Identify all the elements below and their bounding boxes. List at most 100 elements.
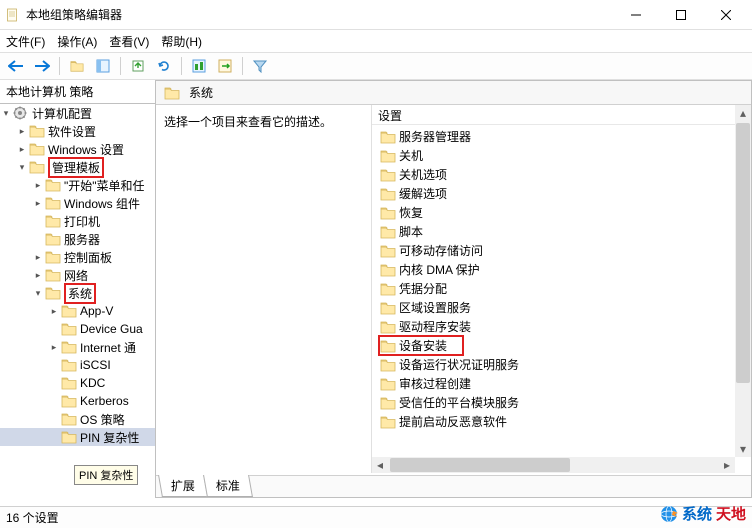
tree-system[interactable]: ▾系统 (0, 284, 155, 302)
tree-internet[interactable]: ▸Internet 通 (0, 338, 155, 356)
collapse-icon[interactable]: ▾ (0, 107, 12, 119)
expand-icon[interactable]: ▸ (32, 269, 44, 281)
list-item[interactable]: 凭据分配 (372, 279, 751, 298)
list-item[interactable]: 驱动程序安装 (372, 317, 751, 336)
collapse-icon[interactable]: ▾ (32, 287, 44, 299)
tree-header[interactable]: 本地计算机 策略 (0, 80, 155, 104)
maximize-button[interactable] (658, 0, 703, 30)
folder-icon (45, 196, 61, 210)
folder-icon (380, 263, 396, 277)
status-bar: 16 个设置 (0, 506, 752, 528)
folder-icon (380, 320, 396, 334)
folder-icon (61, 376, 77, 390)
tree-os-policy[interactable]: OS 策略 (0, 410, 155, 428)
list-item[interactable]: 受信任的平台模块服务 (372, 393, 751, 412)
list-item[interactable]: 审核过程创建 (372, 374, 751, 393)
list-item[interactable]: 脚本 (372, 222, 751, 241)
folder-icon (45, 268, 61, 282)
menu-view[interactable]: 查看(V) (109, 33, 149, 50)
tree-windows-settings[interactable]: ▸Windows 设置 (0, 140, 155, 158)
tree-pane: 本地计算机 策略 ▾计算机配置 ▸软件设置 ▸Windows 设置 ▾管理模板 … (0, 80, 156, 498)
nav-forward-button[interactable] (30, 55, 54, 77)
list-item[interactable]: 关机选项 (372, 165, 751, 184)
description-text: 选择一个项目来查看它的描述。 (164, 115, 332, 129)
scroll-thumb[interactable] (390, 458, 570, 472)
watermark-text-2: 天地 (716, 503, 746, 524)
refresh-button[interactable] (152, 55, 176, 77)
expand-icon[interactable]: ▸ (16, 143, 28, 155)
tree-server[interactable]: 服务器 (0, 230, 155, 248)
tree-kerberos[interactable]: Kerberos (0, 392, 155, 410)
list-item[interactable]: 关机 (372, 146, 751, 165)
list-item[interactable]: 可移动存储访问 (372, 241, 751, 260)
scroll-down-icon[interactable]: ▾ (735, 441, 751, 457)
folder-icon (380, 415, 396, 429)
window-title: 本地组策略编辑器 (26, 6, 613, 23)
list-item[interactable]: 内核 DMA 保护 (372, 260, 751, 279)
properties-button[interactable] (187, 55, 211, 77)
tree-windows-components[interactable]: ▸Windows 组件 (0, 194, 155, 212)
tree-control-panel[interactable]: ▸控制面板 (0, 248, 155, 266)
close-button[interactable] (703, 0, 748, 30)
tree-kdc[interactable]: KDC (0, 374, 155, 392)
folder-icon (380, 282, 396, 296)
scroll-left-icon[interactable]: ◂ (372, 457, 388, 473)
menu-file[interactable]: 文件(F) (6, 33, 45, 50)
collapse-icon[interactable]: ▾ (16, 161, 28, 173)
folder-icon (61, 304, 77, 318)
tree-appv[interactable]: ▸App-V (0, 302, 155, 320)
tree-device-guard[interactable]: Device Gua (0, 320, 155, 338)
list-item[interactable]: 恢复 (372, 203, 751, 222)
menu-action[interactable]: 操作(A) (57, 33, 97, 50)
expand-icon[interactable]: ▸ (32, 251, 44, 263)
export-button[interactable] (126, 55, 150, 77)
list-item[interactable]: 设备运行状况证明服务 (372, 355, 751, 374)
horizontal-scrollbar[interactable]: ◂▸ (372, 457, 735, 473)
scroll-thumb[interactable] (736, 123, 750, 383)
tree-printer[interactable]: 打印机 (0, 212, 155, 230)
tree-pin-complexity[interactable]: PIN 复杂性 (0, 428, 155, 446)
folder-icon (380, 358, 396, 372)
tab-extended[interactable]: 扩展 (158, 475, 208, 497)
scroll-right-icon[interactable]: ▸ (719, 457, 735, 473)
content-title: 系统 (189, 84, 213, 101)
expand-icon[interactable]: ▸ (48, 341, 60, 353)
expand-icon[interactable]: ▸ (48, 305, 60, 317)
folder-icon (45, 250, 61, 264)
content-pane: 系统 选择一个项目来查看它的描述。 设置 服务器管理器 关机 关机选项 缓解选项… (156, 80, 752, 498)
folder-icon (380, 187, 396, 201)
folder-icon (45, 286, 61, 300)
scroll-up-icon[interactable]: ▴ (735, 105, 751, 121)
tree-network[interactable]: ▸网络 (0, 266, 155, 284)
folder-icon (380, 396, 396, 410)
content-header: 系统 (156, 81, 751, 105)
tab-standard[interactable]: 标准 (203, 475, 253, 497)
list-item[interactable]: 服务器管理器 (372, 127, 751, 146)
expand-icon[interactable]: ▸ (32, 179, 44, 191)
tree-iscsi[interactable]: iSCSI (0, 356, 155, 374)
list-item[interactable]: 区域设置服务 (372, 298, 751, 317)
tree-start-menu[interactable]: ▸"开始"菜单和任 (0, 176, 155, 194)
status-text: 16 个设置 (6, 509, 59, 526)
show-hide-tree-button[interactable] (91, 55, 115, 77)
menu-help[interactable]: 帮助(H) (161, 33, 202, 50)
list-item[interactable]: 提前启动反恶意软件 (372, 412, 751, 431)
tree-admin-templates[interactable]: ▾管理模板 (0, 158, 155, 176)
minimize-button[interactable] (613, 0, 658, 30)
filter-button[interactable] (248, 55, 272, 77)
list-item[interactable]: 缓解选项 (372, 184, 751, 203)
nav-back-button[interactable] (4, 55, 28, 77)
tree-computer-config[interactable]: ▾计算机配置 (0, 104, 155, 122)
column-settings[interactable]: 设置 (372, 105, 751, 125)
up-level-button[interactable] (65, 55, 89, 77)
help-button[interactable] (213, 55, 237, 77)
expand-icon[interactable]: ▸ (16, 125, 28, 137)
folder-icon (61, 394, 77, 408)
vertical-scrollbar[interactable]: ▴▾ (735, 105, 751, 457)
tree-software-settings[interactable]: ▸软件设置 (0, 122, 155, 140)
expand-icon[interactable]: ▸ (32, 197, 44, 209)
folder-icon (164, 86, 180, 100)
folder-icon (29, 124, 45, 138)
list-item-device-install[interactable]: 设备安装 (372, 336, 751, 355)
folder-icon (380, 244, 396, 258)
